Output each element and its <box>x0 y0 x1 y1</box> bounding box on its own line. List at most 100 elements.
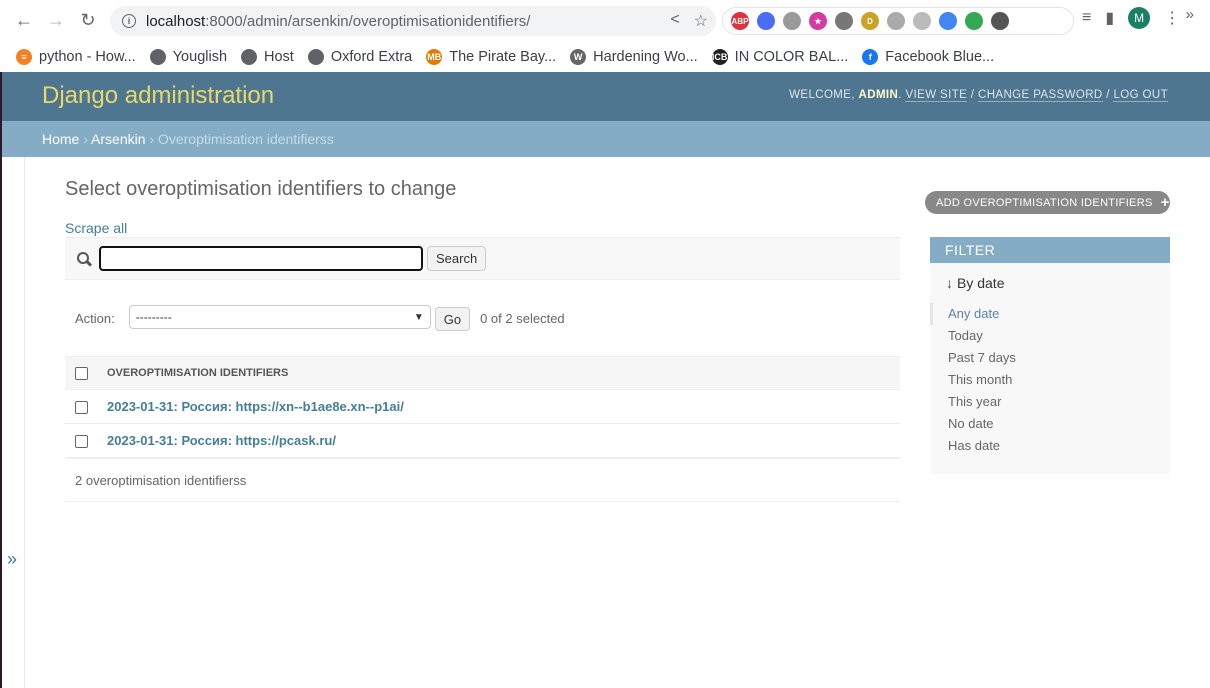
forward-button[interactable]: → <box>40 5 72 37</box>
doc-download-icon[interactable] <box>939 12 957 30</box>
filter-option-link[interactable]: No date <box>948 416 994 431</box>
profile-avatar[interactable]: M <box>1128 7 1151 29</box>
user-tools: WELCOME, ADMIN. VIEW SITE / CHANGE PASSW… <box>789 89 1168 102</box>
search-input[interactable] <box>99 246 423 271</box>
bookmark-label: IN COLOR BAL... <box>734 48 849 65</box>
filter-option: Has date <box>930 435 1170 457</box>
browser-toolbar: ← → ↻ i localhost:8000/admin/arsenkin/ov… <box>0 0 1210 41</box>
admin-header: Django administration WELCOME, ADMIN. VI… <box>2 72 1210 121</box>
color-picker-icon[interactable] <box>757 12 775 30</box>
breadcrumb-app[interactable]: Arsenkin <box>91 131 145 147</box>
side-panel-icon[interactable]: ▮ <box>1105 8 1114 28</box>
bookmark-item[interactable]: W Hardening Wo... <box>570 48 698 65</box>
plus-icon: + <box>1160 194 1170 211</box>
share-icon[interactable]: < <box>670 11 679 31</box>
toggle-nav-sidebar-icon[interactable]: » <box>7 549 17 570</box>
add-object-button[interactable]: ADD OVEROPTIMISATION IDENTIFIERS + <box>925 191 1170 214</box>
changelist-filter: FILTER ↓ By date Any date Today Past 7 days… <box>930 237 1170 474</box>
site-info-icon[interactable]: i <box>122 14 136 28</box>
bookmark-label: Hardening Wo... <box>593 48 698 65</box>
filter-title: FILTER <box>930 237 1170 263</box>
action-select[interactable]: --------- ▼ <box>128 305 431 329</box>
row-checkbox[interactable] <box>75 401 88 415</box>
adblock-plus-icon[interactable]: ABP <box>731 12 749 30</box>
address-bar[interactable]: i localhost:8000/admin/arsenkin/overopti… <box>110 6 716 36</box>
bookmark-label: Host <box>264 48 294 65</box>
table-row: 2023-01-31: Россия: https://pcask.ru/ <box>65 423 900 459</box>
log-out-link[interactable]: LOG OUT <box>1113 89 1168 102</box>
filter-option: This month <box>930 369 1170 391</box>
bookmark-item[interactable]: Youglish <box>149 48 227 65</box>
breadcrumb: Home › Arsenkin › Overoptimisation ident… <box>2 121 1210 157</box>
facebook-icon: f <box>862 48 879 65</box>
stackoverflow-icon: ≡ <box>16 48 32 65</box>
filter-option: Any date <box>930 303 1170 325</box>
filter-option-link[interactable]: This month <box>948 372 1012 387</box>
mb-icon: MB <box>426 48 443 65</box>
bookmark-item[interactable]: ICB IN COLOR BAL... <box>711 48 849 65</box>
search-toolbar: Search <box>65 237 900 280</box>
paginator: 2 overoptimisation identifierss <box>65 459 900 502</box>
media-controls-icon[interactable]: ≡ <box>1082 9 1091 27</box>
bookmark-item[interactable]: ≡ python - How... <box>16 48 136 65</box>
back-button[interactable]: ← <box>8 5 40 37</box>
row-checkbox[interactable] <box>75 434 88 448</box>
go-button[interactable]: Go <box>434 307 471 331</box>
breadcrumb-current: Overoptimisation identifierss <box>157 131 334 147</box>
breadcrumb-home[interactable]: Home <box>42 131 79 147</box>
bookmark-item[interactable]: Oxford Extra <box>307 48 412 65</box>
filter-option: Past 7 days <box>930 347 1170 369</box>
scrape-all-link[interactable]: Scrape all <box>65 217 900 237</box>
bookmark-icon[interactable] <box>835 12 853 30</box>
d-coin-icon[interactable]: D <box>861 12 879 30</box>
icb-icon: ICB <box>711 48 728 65</box>
search-button[interactable]: Search <box>427 246 487 271</box>
wordpress-icon: W <box>570 48 587 65</box>
select-all-checkbox[interactable] <box>75 366 88 380</box>
bookmark-star-icon[interactable]: ☆ <box>694 11 708 31</box>
globe-grid-icon[interactable] <box>913 12 931 30</box>
nav-sidebar-collapsed: » <box>2 157 25 688</box>
target-icon[interactable] <box>965 12 983 30</box>
filter-by-date-toggle[interactable]: ↓ By date <box>930 263 1170 297</box>
django-admin-page: Django administration WELCOME, ADMIN. VI… <box>2 72 1210 688</box>
filter-option-link[interactable]: Any date <box>948 306 999 321</box>
bookmark-item[interactable]: f Facebook Blue... <box>862 48 995 65</box>
stars-icon[interactable]: ★ <box>809 12 827 30</box>
page-title: Select overoptimisation identifiers to c… <box>65 178 457 200</box>
bookmark-label: The Pirate Bay... <box>449 48 557 65</box>
bookmarks-overflow-icon[interactable]: » <box>1186 6 1194 23</box>
search-icon <box>77 251 91 266</box>
chevron-down-icon: ▼ <box>413 311 424 323</box>
bookmarks-bar: ≡ python - How... Youglish Host Oxford Extra… <box>0 41 1210 72</box>
table-row: 2023-01-31: Россия: https://xn--b1ae8e.x… <box>65 389 900 424</box>
note-icon[interactable] <box>887 12 905 30</box>
actions-bar: Action: --------- ▼ Go 0 of 2 selected <box>65 280 900 356</box>
arrow-down-icon: ↓ <box>946 275 953 291</box>
filter-option-link[interactable]: This year <box>948 394 1001 409</box>
filter-option-link[interactable]: Past 7 days <box>948 350 1016 365</box>
bookmark-label: Facebook Blue... <box>885 48 995 65</box>
menu-kebab-icon[interactable]: ⋮ <box>1164 8 1180 28</box>
bookmark-item[interactable]: Host <box>241 48 294 65</box>
url-text[interactable]: localhost:8000/admin/arsenkin/overoptimi… <box>146 13 530 30</box>
change-password-link[interactable]: CHANGE PASSWORD <box>978 89 1103 102</box>
row-link[interactable]: 2023-01-31: Россия: https://pcask.ru/ <box>107 433 336 448</box>
browser-chrome: ← → ↻ i localhost:8000/admin/arsenkin/ov… <box>0 0 1210 72</box>
ruler-icon[interactable] <box>783 12 801 30</box>
filter-option-link[interactable]: Today <box>948 328 983 343</box>
column-header[interactable]: OVEROPTIMISATION IDENTIFIERS <box>106 356 900 390</box>
changelist: Scrape all Search Action: --------- ▼ Go… <box>65 217 900 502</box>
bookmark-label: python - How... <box>39 48 136 65</box>
view-site-link[interactable]: VIEW SITE <box>905 89 968 102</box>
filter-option-link[interactable]: Has date <box>948 438 1000 453</box>
site-brand[interactable]: Django administration <box>42 82 274 110</box>
table-header-row: OVEROPTIMISATION IDENTIFIERS <box>65 356 900 390</box>
reload-button[interactable]: ↻ <box>72 5 104 37</box>
filter-options: Any date Today Past 7 days This month This y… <box>930 303 1170 457</box>
puzzle-icon[interactable] <box>991 12 1009 30</box>
globe-icon <box>307 48 324 65</box>
row-link[interactable]: 2023-01-31: Россия: https://xn--b1ae8e.x… <box>107 399 404 414</box>
bookmark-item[interactable]: MB The Pirate Bay... <box>426 48 557 65</box>
selection-counter: 0 of 2 selected <box>480 311 565 326</box>
